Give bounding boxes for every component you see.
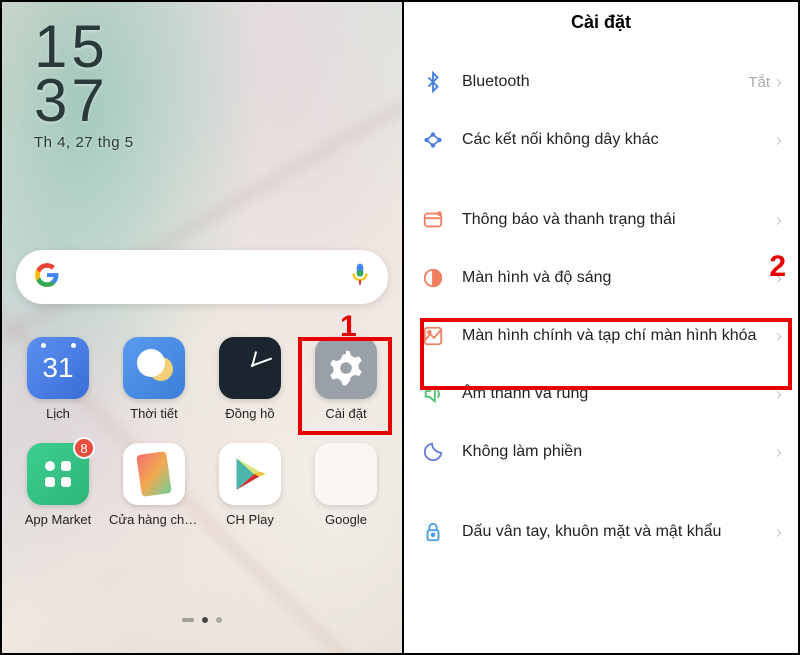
setting-row-dnd[interactable]: Không làm phiền› bbox=[410, 423, 792, 481]
page-indicator[interactable] bbox=[182, 617, 222, 623]
setting-row-display[interactable]: Màn hình và độ sáng› bbox=[410, 249, 792, 307]
notification-icon bbox=[418, 209, 448, 231]
display-icon bbox=[418, 267, 448, 289]
app-theme-store[interactable]: Cửa hàng chủ đề bbox=[106, 443, 202, 527]
voice-search-icon[interactable] bbox=[350, 262, 370, 293]
settings-list[interactable]: BluetoothTắt›Các kết nối không dây khác›… bbox=[404, 53, 798, 561]
homescreen-pane: 15 37 Th 4, 27 thg 5 31 Lịch Thời tiết bbox=[2, 2, 402, 653]
annotation-highlight-1 bbox=[298, 337, 392, 435]
settings-screen: Cài đặt BluetoothTắt›Các kết nối không d… bbox=[402, 2, 798, 653]
google-logo-icon bbox=[34, 262, 60, 293]
app-market[interactable]: 8 App Market bbox=[10, 443, 106, 527]
setting-row-wireless[interactable]: Các kết nối không dây khác› bbox=[410, 111, 792, 169]
chevron-right-icon: › bbox=[776, 130, 782, 151]
app-play-store[interactable]: CH Play bbox=[202, 443, 298, 527]
setting-label: Không làm phiền bbox=[448, 443, 776, 461]
clock-minute: 37 bbox=[34, 74, 134, 128]
settings-title: Cài đặt bbox=[404, 12, 798, 33]
google-search-bar[interactable] bbox=[16, 250, 388, 304]
app-weather[interactable]: Thời tiết bbox=[106, 337, 202, 421]
calendar-icon: 31 bbox=[27, 337, 89, 399]
app-clock[interactable]: Đồng hồ bbox=[202, 337, 298, 421]
setting-row-bluetooth[interactable]: BluetoothTắt› bbox=[410, 53, 792, 111]
dnd-icon bbox=[418, 441, 448, 463]
chevron-right-icon: › bbox=[776, 72, 782, 93]
setting-row-notification[interactable]: Thông báo và thanh trạng thái› bbox=[410, 191, 792, 249]
fingerprint-icon bbox=[418, 521, 448, 543]
setting-label: Màn hình và độ sáng bbox=[448, 269, 776, 287]
chevron-right-icon: › bbox=[776, 522, 782, 543]
setting-label: Dấu vân tay, khuôn mặt và mật khẩu bbox=[448, 523, 776, 541]
annotation-number-1: 1 bbox=[340, 310, 357, 344]
clock-app-icon bbox=[219, 337, 281, 399]
setting-label: Thông báo và thanh trạng thái bbox=[448, 211, 776, 229]
setting-label: Bluetooth bbox=[448, 73, 748, 91]
app-calendar[interactable]: 31 Lịch bbox=[10, 337, 106, 421]
setting-label: Các kết nối không dây khác bbox=[448, 131, 776, 149]
bluetooth-icon bbox=[418, 71, 448, 93]
app-market-icon: 8 bbox=[27, 443, 89, 505]
wireless-icon bbox=[418, 129, 448, 151]
app-google-folder[interactable]: Google bbox=[298, 443, 394, 527]
annotation-number-2: 2 bbox=[769, 250, 786, 284]
chevron-right-icon: › bbox=[776, 442, 782, 463]
folder-icon bbox=[315, 443, 377, 505]
badge-count: 8 bbox=[73, 437, 95, 459]
clock-hour: 15 bbox=[34, 20, 134, 74]
play-store-icon bbox=[219, 443, 281, 505]
setting-value: Tắt bbox=[748, 74, 776, 91]
theme-store-icon bbox=[123, 443, 185, 505]
clock-date: Th 4, 27 thg 5 bbox=[34, 134, 134, 151]
chevron-right-icon: › bbox=[776, 210, 782, 231]
weather-icon bbox=[123, 337, 185, 399]
clock-widget[interactable]: 15 37 Th 4, 27 thg 5 bbox=[34, 20, 134, 151]
annotation-highlight-2 bbox=[420, 318, 792, 390]
setting-row-fingerprint[interactable]: Dấu vân tay, khuôn mặt và mật khẩu› bbox=[410, 503, 792, 561]
